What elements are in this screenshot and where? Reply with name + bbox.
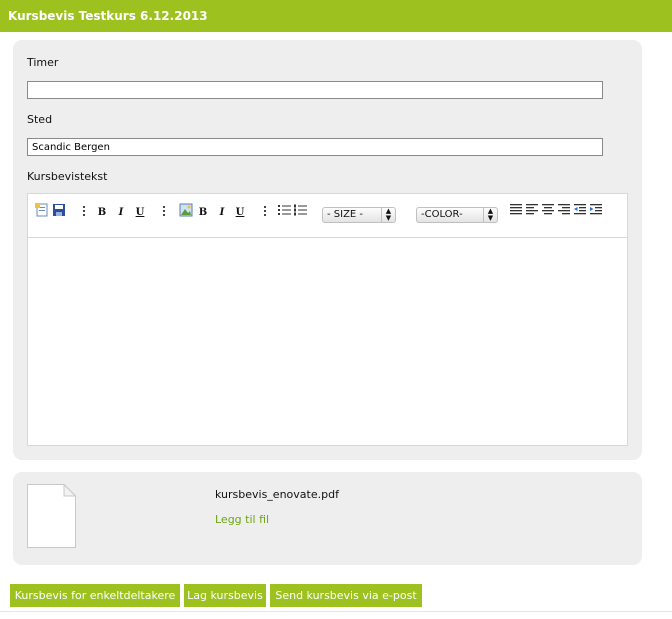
chevron-updown-icon: ▲ ▼ <box>381 208 395 222</box>
new-document-icon[interactable] <box>35 203 49 217</box>
outdent-icon[interactable] <box>574 204 586 215</box>
align-left-icon[interactable] <box>526 204 538 215</box>
send-certificate-email-button[interactable]: Send kursbevis via e-post <box>270 584 422 607</box>
underline-button-2[interactable]: U <box>235 206 245 220</box>
insert-image-icon[interactable] <box>179 203 193 217</box>
justify-icon[interactable] <box>510 204 522 215</box>
toolbar-separator <box>263 204 266 220</box>
indent-icon[interactable] <box>590 204 602 215</box>
size-select-value: - SIZE - <box>327 209 364 220</box>
editor-content-area[interactable] <box>28 239 627 445</box>
align-center-icon[interactable] <box>542 204 554 215</box>
sted-label: Sted <box>27 113 53 126</box>
sted-input[interactable] <box>27 138 603 156</box>
bold-button-2[interactable]: B <box>198 206 208 220</box>
bullet-list-icon[interactable] <box>278 204 291 216</box>
italic-button[interactable]: I <box>116 206 126 220</box>
color-select-value: -COLOR- <box>421 209 463 220</box>
rich-text-editor: B I U B I U - SIZE - ▲ ▼ -COLOR- ▲ ▼ <box>27 193 628 446</box>
single-participant-certificate-button[interactable]: Kursbevis for enkeltdeltakere <box>10 584 180 607</box>
file-name: kursbevis_enovate.pdf <box>215 488 339 501</box>
save-icon[interactable] <box>52 203 66 217</box>
file-panel <box>13 472 642 565</box>
bold-button[interactable]: B <box>97 206 107 220</box>
create-certificate-button[interactable]: Lag kursbevis <box>184 584 266 607</box>
page-title: Kursbevis Testkurs 6.12.2013 <box>8 9 208 23</box>
size-select[interactable]: - SIZE - ▲ ▼ <box>322 207 396 223</box>
numbered-list-icon[interactable] <box>294 204 307 216</box>
chevron-updown-icon: ▲ ▼ <box>483 208 497 222</box>
color-select[interactable]: -COLOR- ▲ ▼ <box>416 207 498 223</box>
timer-input[interactable] <box>27 81 603 99</box>
page-header: Kursbevis Testkurs 6.12.2013 <box>0 0 672 32</box>
add-file-link[interactable]: Legg til fil <box>215 513 269 526</box>
timer-label: Timer <box>27 56 59 69</box>
kursbevistekst-label: Kursbevistekst <box>27 170 108 183</box>
file-icon <box>27 484 76 548</box>
editor-toolbar: B I U B I U - SIZE - ▲ ▼ -COLOR- ▲ ▼ <box>28 194 627 238</box>
toolbar-separator <box>162 204 165 220</box>
toolbar-separator <box>82 204 85 220</box>
underline-button[interactable]: U <box>135 206 145 220</box>
italic-button-2[interactable]: I <box>217 206 227 220</box>
footer-divider <box>0 611 672 612</box>
align-right-icon[interactable] <box>558 204 570 215</box>
